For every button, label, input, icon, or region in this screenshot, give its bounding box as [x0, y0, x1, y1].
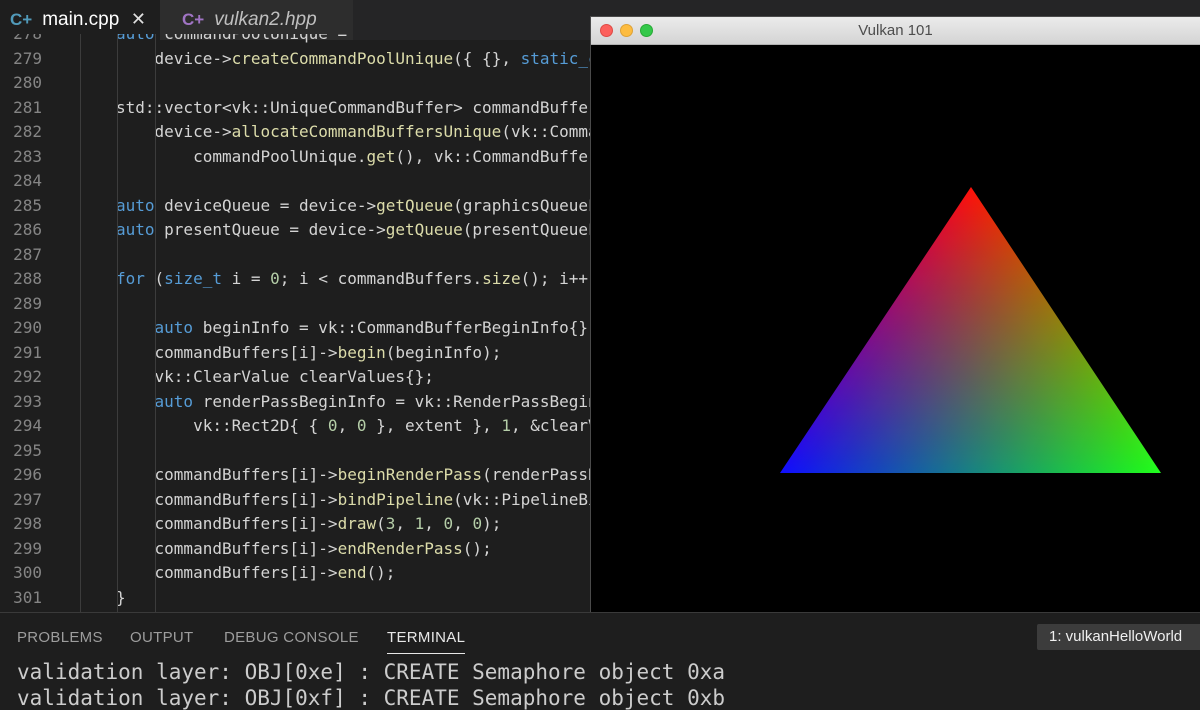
line-number: 298 [13, 514, 42, 533]
line-number: 293 [13, 391, 42, 411]
line-text: commandBuffers[i]->draw(3, 1, 0, 0); [116, 514, 502, 533]
tab-label: main.cpp [42, 9, 120, 30]
line-number: 279 [13, 48, 42, 68]
line-number: 278 [0, 34, 42, 47]
line-text: vk::Rect2D{ { 0, 0 }, extent }, 1, &clea… [116, 416, 608, 435]
line-number: 288 [13, 269, 42, 288]
terminal-line: validation layer: OBJ[0xe] : CREATE Sema… [17, 660, 726, 684]
line-number: 280 [13, 73, 42, 92]
line-number: 290 [13, 318, 42, 337]
line-number: 283 [13, 146, 42, 166]
indent-guide [80, 34, 81, 612]
terminal-selector[interactable]: 1: vulkanHelloWorld [1037, 624, 1200, 650]
line-text: device->createCommandPoolUnique({ {}, st… [116, 48, 608, 68]
line-number: 289 [13, 293, 42, 313]
line-text: commandPoolUnique.get(), vk::CommandBuff… [116, 146, 598, 166]
line-text: device->allocateCommandBuffersUnique(vk:… [116, 122, 598, 141]
line-number: 299 [13, 538, 42, 558]
line-number: 282 [13, 122, 42, 141]
tab-label: vulkan2.hpp [214, 9, 317, 30]
line-number: 297 [13, 489, 42, 509]
indent-guide [117, 34, 118, 612]
line-text: for (size_t i = 0; i < commandBuffers.si… [116, 269, 598, 288]
line-number: 301 [13, 587, 42, 607]
cpp-file-icon: C+ [10, 10, 33, 29]
line-text: commandBuffers[i]->begin(beginInfo); [116, 342, 502, 362]
bottom-panel: PROBLEMS OUTPUT DEBUG CONSOLE TERMINAL 1… [0, 612, 1200, 710]
tab-output[interactable]: OUTPUT [130, 629, 193, 646]
window-title: Vulkan 101 [858, 22, 933, 39]
line-text: auto deviceQueue = device->getQueue(grap… [116, 195, 608, 215]
line-number: 291 [13, 342, 42, 362]
line-number: 296 [13, 465, 42, 484]
line-number: 281 [13, 97, 42, 117]
tab-terminal[interactable]: TERMINAL [387, 629, 466, 654]
cpp-header-icon: C+ [182, 10, 205, 29]
line-number: 295 [13, 440, 42, 460]
line-number: 287 [13, 244, 42, 264]
line-number: 284 [13, 171, 42, 190]
triangle-green-vertex [780, 187, 1161, 473]
line-number: 285 [13, 195, 42, 215]
triangle-canvas [780, 187, 1161, 473]
tab-debug-console[interactable]: DEBUG CONSOLE [224, 629, 359, 646]
line-text: commandBuffers[i]->endRenderPass(); [116, 538, 492, 558]
line-text: auto commandPoolUnique = [116, 34, 347, 47]
line-number: 286 [13, 220, 42, 239]
vulkan-app-window[interactable]: Vulkan 101 [590, 16, 1200, 613]
line-text: commandBuffers[i]->end(); [116, 563, 396, 582]
line-text: auto beginInfo = vk::CommandBufferBeginI… [154, 318, 598, 337]
line-number: 300 [13, 563, 42, 582]
line-text: commandBuffers[i]->bindPipeline(vk::Pipe… [116, 489, 598, 509]
line-text: auto presentQueue = device->getQueue(pre… [116, 220, 608, 239]
line-number: 292 [13, 367, 42, 386]
line-text: commandBuffers[i]->beginRenderPass(rende… [116, 465, 608, 484]
close-icon[interactable]: ✕ [131, 9, 146, 30]
render-viewport [591, 45, 1200, 613]
window-title-bar[interactable]: Vulkan 101 [591, 17, 1200, 45]
indent-guide [155, 34, 156, 612]
line-text: auto renderPassBeginInfo = vk::RenderPas… [154, 391, 598, 411]
line-number: 294 [13, 416, 42, 435]
terminal-line: validation layer: OBJ[0xf] : CREATE Sema… [17, 686, 726, 710]
line-text: vk::ClearValue clearValues{}; [116, 367, 434, 386]
tab-problems[interactable]: PROBLEMS [17, 629, 103, 646]
line-text: std::vector<vk::UniqueCommandBuffer> com… [116, 97, 598, 117]
